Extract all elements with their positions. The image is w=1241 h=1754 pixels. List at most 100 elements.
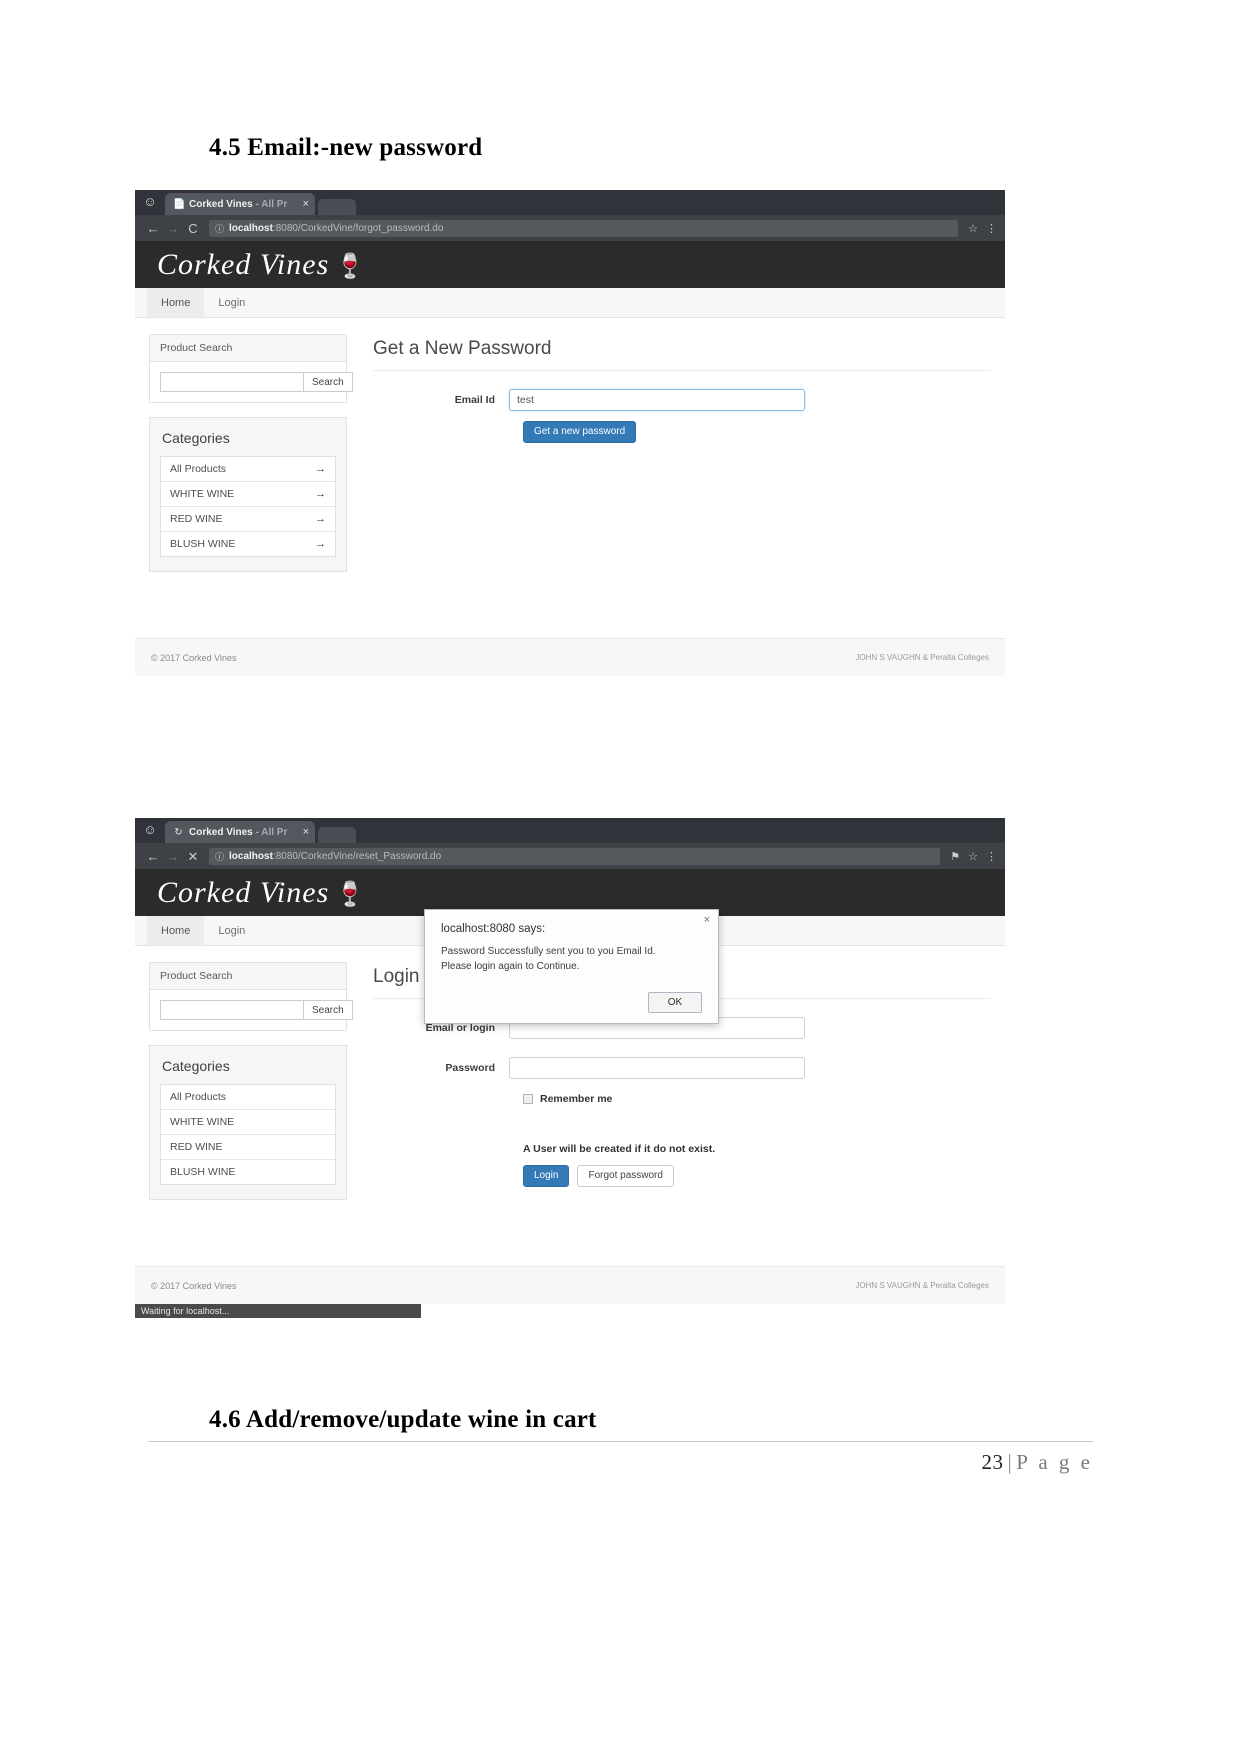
wine-glass-icon: 🍷 <box>335 880 366 908</box>
incognito-icon: ☺ <box>143 194 157 209</box>
page-number-separator: | <box>1007 1450 1013 1474</box>
product-search-title: Product Search <box>150 963 346 990</box>
browser-menu-icon[interactable]: ⋮ <box>986 222 997 235</box>
search-input[interactable] <box>160 372 303 392</box>
pin-icon[interactable]: ⚑ <box>950 850 960 863</box>
dialog-close-icon[interactable]: × <box>704 914 710 926</box>
page-body: Product Search Search Categories All Pro… <box>135 318 1005 618</box>
category-label: All Products <box>170 463 227 475</box>
dialog-ok-button[interactable]: OK <box>648 992 702 1013</box>
categories-list: All Products WHITE WINE RED WINE BLUSH W… <box>160 1084 336 1185</box>
search-button[interactable]: Search <box>303 1000 353 1020</box>
page-number-word: P a g e <box>1016 1450 1093 1474</box>
new-tab-button[interactable] <box>318 199 356 215</box>
forgot-password-button[interactable]: Forgot password <box>577 1165 674 1187</box>
new-tab-button[interactable] <box>318 827 356 843</box>
loading-spinner-icon: ↻ <box>174 826 183 838</box>
category-item-blush-wine[interactable]: BLUSH WINE <box>161 1160 335 1184</box>
category-item-all-products[interactable]: All Products <box>161 1085 335 1110</box>
remember-me-row[interactable]: Remember me <box>373 1093 991 1105</box>
nav-item-home[interactable]: Home <box>147 916 205 945</box>
sidebar: Product Search Search Categories All Pro… <box>149 962 353 1246</box>
login-button[interactable]: Login <box>523 1165 570 1187</box>
web-page-login: × localhost:8080 says: Password Successf… <box>135 869 1005 1318</box>
category-item-red-wine[interactable]: RED WINE → <box>161 507 335 532</box>
browser-tab-title: Corked Vines - All Pr <box>189 198 288 210</box>
password-field-row: Password <box>373 1057 991 1079</box>
incognito-icon: ☺ <box>143 822 157 837</box>
categories-title: Categories <box>162 1058 230 1074</box>
search-button[interactable]: Search <box>303 372 353 392</box>
footer-credit: JOHN S VAUGHN & Peralta Colleges <box>855 653 989 662</box>
category-label: WHITE WINE <box>170 1116 235 1128</box>
browser-tab[interactable]: ↻ Corked Vines - All Pr × <box>165 821 315 843</box>
toolbar-actions: ☆ ⋮ <box>964 222 997 235</box>
section-heading-4-5: 4.5 Email:-new password <box>209 134 483 161</box>
category-item-red-wine[interactable]: RED WINE <box>161 1135 335 1160</box>
reload-icon[interactable]: C <box>183 222 203 235</box>
nav-item-home[interactable]: Home <box>147 288 205 317</box>
footer-credit: JOHN S VAUGHN & Peralta Colleges <box>855 1281 989 1290</box>
tab-close-icon[interactable]: × <box>303 826 309 838</box>
arrow-right-icon: → <box>315 463 326 475</box>
bookmark-star-icon[interactable]: ☆ <box>968 222 978 235</box>
category-item-white-wine[interactable]: WHITE WINE <box>161 1110 335 1135</box>
remember-me-checkbox[interactable] <box>523 1094 533 1104</box>
browser-screenshot-reset-password: ☺ ↻ Corked Vines - All Pr × ← → ✕ ⓘ loca… <box>135 818 1005 1318</box>
nav-item-login[interactable]: Login <box>204 916 259 945</box>
back-icon[interactable]: ← <box>143 850 163 863</box>
password-label: Password <box>445 1062 495 1074</box>
back-icon[interactable]: ← <box>143 222 163 235</box>
site-footer: © 2017 Corked Vines JOHN S VAUGHN & Pera… <box>135 1266 1005 1304</box>
search-input[interactable] <box>160 1000 303 1020</box>
wine-glass-icon: 🍷 <box>335 252 366 280</box>
dialog-message: Password Successfully sent you to you Em… <box>441 946 656 972</box>
forward-icon: → <box>166 220 180 236</box>
page-number: 23 | P a g e <box>981 1450 1093 1475</box>
tab-close-icon[interactable]: × <box>303 198 309 210</box>
arrow-right-icon: → <box>315 488 326 500</box>
address-bar[interactable]: ⓘ localhost:8080/CorkedVine/reset_Passwo… <box>209 847 941 865</box>
page-title: Get a New Password <box>373 338 552 359</box>
address-bar[interactable]: ⓘ localhost:8080/CorkedVine/forgot_passw… <box>209 219 959 237</box>
toolbar-actions: ⚑ ☆ ⋮ <box>946 850 997 863</box>
page-footer-divider <box>148 1441 1093 1442</box>
category-item-all-products[interactable]: All Products → <box>161 457 335 482</box>
email-id-field-row: Email Id <box>373 389 991 411</box>
javascript-alert-dialog: × localhost:8080 says: Password Successf… <box>424 909 719 1024</box>
site-logo-text: Corked Vines <box>157 875 330 909</box>
category-item-blush-wine[interactable]: BLUSH WINE → <box>161 532 335 556</box>
bookmark-star-icon[interactable]: ☆ <box>968 850 978 863</box>
remember-me-label: Remember me <box>540 1093 613 1105</box>
form-actions: Get a new password <box>373 421 991 443</box>
arrow-right-icon: → <box>315 513 326 525</box>
product-search-title: Product Search <box>150 335 346 362</box>
browser-tab-title: Corked Vines - All Pr <box>189 826 288 838</box>
sidebar: Product Search Search Categories All Pro… <box>149 334 353 618</box>
browser-tabstrip: ☺ 📄 Corked Vines - All Pr × <box>135 190 1005 215</box>
site-info-icon[interactable]: ⓘ <box>215 222 224 235</box>
page-favicon-icon: 📄 <box>173 198 186 210</box>
site-banner: Corked Vines 🍷 <box>135 241 1005 288</box>
category-label: BLUSH WINE <box>170 1166 236 1178</box>
browser-toolbar: ← → ✕ ⓘ localhost:8080/CorkedVine/reset_… <box>135 843 1005 869</box>
stop-loading-icon[interactable]: ✕ <box>183 850 203 863</box>
address-bar-url: localhost:8080/CorkedVine/reset_Password… <box>229 850 442 862</box>
category-label: RED WINE <box>170 1141 223 1153</box>
password-input[interactable] <box>509 1057 805 1079</box>
arrow-right-icon: → <box>315 538 326 550</box>
site-logo-text: Corked Vines <box>157 247 330 281</box>
browser-tab[interactable]: 📄 Corked Vines - All Pr × <box>165 193 315 215</box>
user-creation-note: A User will be created if it do not exis… <box>523 1143 716 1155</box>
site-info-icon[interactable]: ⓘ <box>215 850 224 863</box>
category-label: RED WINE <box>170 513 223 525</box>
browser-tabstrip: ☺ ↻ Corked Vines - All Pr × <box>135 818 1005 843</box>
nav-item-login[interactable]: Login <box>204 288 259 317</box>
page-number-value: 23 <box>981 1450 1004 1474</box>
email-id-input[interactable] <box>509 389 805 411</box>
footer-copyright: © 2017 Corked Vines <box>151 1280 237 1291</box>
web-page-forgot-password: Corked Vines 🍷 Home Login Product Search… <box>135 241 1005 676</box>
get-new-password-button[interactable]: Get a new password <box>523 421 637 443</box>
browser-menu-icon[interactable]: ⋮ <box>986 850 997 863</box>
category-item-white-wine[interactable]: WHITE WINE → <box>161 482 335 507</box>
